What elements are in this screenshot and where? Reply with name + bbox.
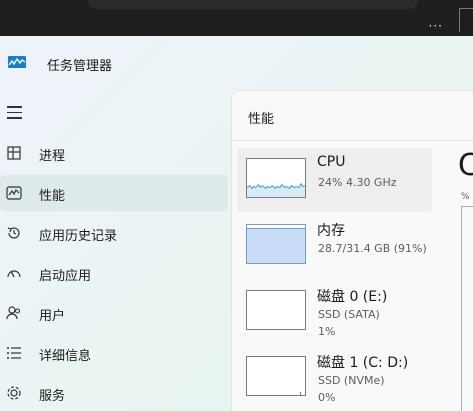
processes-icon — [6, 145, 22, 161]
sidebar-item-label: 用户 — [39, 309, 66, 324]
sidebar-item-app-history[interactable]: 应用历史记录 — [0, 215, 228, 251]
resource-list: CPU 24% 4.30 GHz 内存 28.7/31.4 GB (91%) 磁… — [237, 148, 432, 411]
disk-0-thumbnail-graph — [246, 290, 306, 330]
sidebar-nav: 进程 性能 应用历史记录 启动应用 用户 详细信息 服务 — [0, 135, 230, 411]
sidebar-item-users[interactable]: 用户 — [0, 295, 228, 331]
resource-name: 磁盘 0 (E:) — [317, 289, 388, 305]
sidebar-item-label: 进程 — [39, 149, 66, 164]
detail-graph — [461, 206, 473, 411]
sidebar-item-label: 性能 — [39, 189, 66, 204]
resource-usage: 1% — [318, 325, 336, 338]
hamburger-menu-icon[interactable] — [7, 106, 23, 120]
sidebar-item-startup-apps[interactable]: 启动应用 — [0, 255, 228, 291]
task-manager-icon — [8, 56, 26, 68]
resource-item-disk-0[interactable]: 磁盘 0 (E:) SSD (SATA) 1% — [237, 280, 432, 344]
resource-item-disk-1[interactable]: 磁盘 1 (C: D:) SSD (NVMe) 0% — [237, 346, 432, 410]
window-edge — [459, 8, 473, 32]
services-icon — [6, 385, 22, 401]
resource-item-cpu[interactable]: CPU 24% 4.30 GHz — [237, 148, 432, 212]
history-icon — [6, 225, 22, 241]
sidebar-item-performance[interactable]: 性能 — [0, 175, 228, 211]
resource-item-memory[interactable]: 内存 28.7/31.4 GB (91%) — [237, 214, 432, 278]
resource-detail: SSD (SATA) — [318, 308, 380, 321]
resource-name: 内存 — [317, 223, 345, 239]
page-title: 性能 — [248, 112, 275, 127]
disk-1-activity-tick — [300, 392, 301, 395]
more-icon: ··· — [428, 19, 443, 33]
performance-pane: 性能 CPU 24% 4.30 GHz 内存 28.7/31.4 GB (91%… — [231, 90, 473, 411]
resource-usage: 0% — [318, 391, 336, 404]
sidebar-item-processes[interactable]: 进程 — [0, 135, 228, 171]
content-header: 性能 — [232, 91, 473, 141]
sidebar-item-services[interactable]: 服务 — [0, 375, 228, 411]
background-window-strip: ··· — [0, 0, 473, 36]
sidebar-item-details[interactable]: 详细信息 — [0, 335, 228, 371]
app-title: 任务管理器 — [47, 59, 113, 74]
memory-usage-fill — [247, 228, 305, 263]
title-bar[interactable]: 任务管理器 — [0, 36, 473, 88]
memory-thumbnail-graph — [246, 224, 306, 264]
performance-icon — [6, 185, 22, 201]
graph-percent-label: % — [461, 192, 470, 202]
task-manager-window: 任务管理器 进程 性能 应用历史记录 启动应用 用户 详细信息 服务 性能 CP… — [0, 36, 473, 411]
sidebar-item-label: 启动应用 — [39, 269, 92, 284]
sidebar-item-label: 应用历史记录 — [39, 229, 118, 244]
resource-name: CPU — [317, 154, 346, 170]
users-icon — [6, 305, 22, 321]
cpu-thumbnail-graph — [246, 158, 306, 198]
sidebar-item-label: 详细信息 — [39, 349, 92, 364]
resource-detail: 28.7/31.4 GB (91%) — [318, 242, 427, 255]
resource-name: 磁盘 1 (C: D:) — [317, 355, 409, 371]
disk-1-thumbnail-graph — [246, 356, 306, 396]
details-icon — [6, 345, 22, 361]
sidebar-item-label: 服务 — [39, 389, 66, 404]
resource-detail: 24% 4.30 GHz — [318, 176, 397, 189]
resource-detail: SSD (NVMe) — [318, 374, 385, 387]
background-window-panel — [88, 0, 418, 9]
detail-heading: C — [458, 148, 473, 183]
startup-icon — [6, 265, 22, 281]
